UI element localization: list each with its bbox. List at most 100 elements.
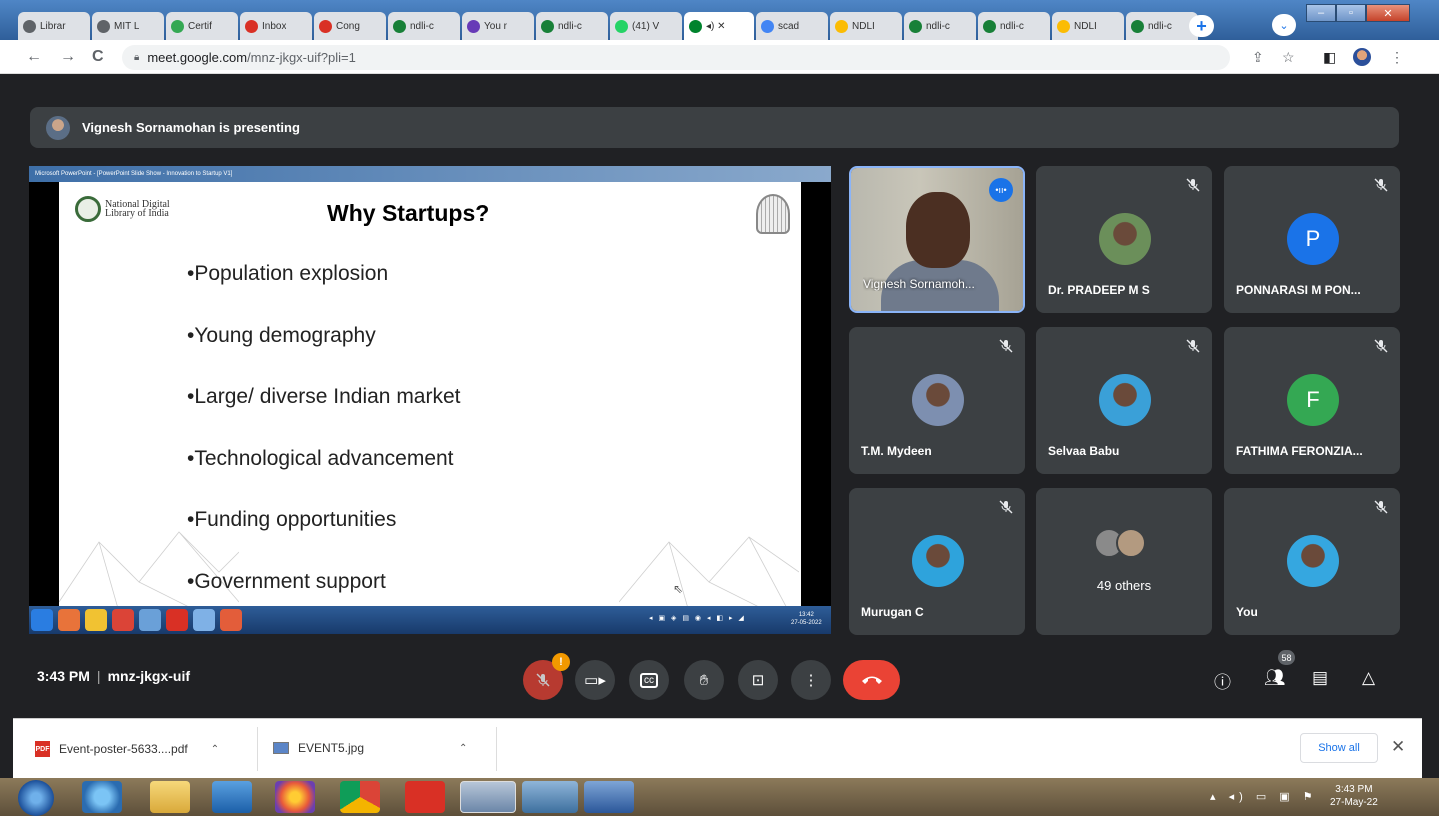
bookmark-star-icon[interactable]: ☆ — [1282, 49, 1295, 66]
browser-tab[interactable]: NDLI — [1052, 12, 1124, 40]
presentation-stage[interactable]: Microsoft PowerPoint - [PowerPoint Slide… — [29, 166, 831, 634]
participant-tile[interactable]: F FATHIMA FERONZIA... — [1224, 327, 1400, 474]
tab-audio-close-icon[interactable]: ◂) ✕ — [706, 21, 726, 32]
chat-icon[interactable]: ▤ — [1312, 668, 1328, 688]
tab-label: Certif — [188, 20, 212, 32]
browser-tab[interactable]: Librar — [18, 12, 90, 40]
hand-icon: ✋︎ — [699, 671, 709, 689]
browser-tab[interactable]: ndli-c — [388, 12, 460, 40]
certificate-icon — [171, 19, 184, 33]
forms-icon — [467, 19, 480, 33]
browser-tab[interactable]: Certif — [166, 12, 238, 40]
reload-icon[interactable]: C — [92, 48, 104, 66]
captions-icon: cc — [640, 672, 658, 688]
download-filename: EVENT5.jpg — [298, 741, 365, 755]
participant-name: Vignesh Sornamoh... — [863, 277, 975, 291]
lock-icon: 🔒︎ — [134, 52, 140, 63]
chrome-active-icon[interactable] — [460, 781, 516, 813]
raise-hand-button[interactable]: ✋︎ — [684, 660, 724, 700]
whatsapp-icon — [615, 19, 628, 33]
ndli-logo: National Digital Library of India — [75, 196, 185, 222]
browser-tab[interactable]: ndli-c — [1126, 12, 1198, 40]
browser-tab-strip: Librar MIT L Certif Inbox Cong ndli-c You r ndl… — [0, 0, 1439, 40]
system-tray-icons[interactable]: ▴ ◂) ▭ ▣ ⚑ — [1210, 790, 1318, 803]
address-bar[interactable]: 🔒︎ meet.google.com/mnz-jkgx-uif?pli=1 — [122, 45, 1230, 70]
globe-icon — [23, 19, 36, 33]
browser-tab[interactable]: You r — [462, 12, 534, 40]
acrobat-icon[interactable] — [405, 781, 445, 813]
folder-icon[interactable] — [150, 781, 190, 813]
chevron-up-icon[interactable]: ⌃ — [211, 744, 219, 755]
tab-search-button[interactable]: ⌄ — [1272, 14, 1296, 36]
participant-tile[interactable]: •ıı• Vignesh Sornamoh... — [849, 166, 1025, 313]
meeting-details-icon[interactable]: ⓘ — [1214, 668, 1231, 693]
tab-label: (41) V — [632, 20, 660, 32]
more-options-button[interactable]: ⋮ — [791, 660, 831, 700]
slide-bullet: •Technological advancement — [187, 446, 454, 470]
tally-icon[interactable] — [522, 781, 578, 813]
people-icon[interactable]: 👥︎ — [1264, 668, 1286, 688]
browser-tab[interactable]: ndli-c — [978, 12, 1050, 40]
word-icon[interactable] — [584, 781, 634, 813]
download-item-jpg[interactable]: EVENT5.jpg ⌃ — [273, 741, 467, 755]
participant-tile[interactable]: Selvaa Babu — [1036, 327, 1212, 474]
browser-tab[interactable]: Cong — [314, 12, 386, 40]
mic-off-icon — [1374, 500, 1388, 514]
browser-tab[interactable]: ◂) ✕ — [684, 12, 754, 40]
share-icon[interactable]: ⇪ — [1252, 49, 1264, 66]
captions-button[interactable]: cc — [629, 660, 669, 700]
participant-tile[interactable]: Dr. PRADEEP M S — [1036, 166, 1212, 313]
close-window-button[interactable]: ✕ — [1366, 4, 1410, 22]
profile-avatar[interactable] — [1353, 48, 1371, 66]
shared-clock-date: 27-05-2022 — [791, 620, 822, 626]
gmail-icon — [319, 19, 332, 33]
media-player-icon[interactable] — [212, 781, 252, 813]
tab-label: ndli-c — [558, 20, 582, 32]
leave-call-button[interactable] — [843, 660, 900, 700]
download-item-pdf[interactable]: PDF Event-poster-5633....pdf ⌃ — [35, 741, 219, 757]
present-button[interactable]: ⊡ — [738, 660, 778, 700]
chevron-up-icon[interactable]: ⌃ — [459, 743, 467, 754]
browser-tab[interactable]: Inbox — [240, 12, 312, 40]
screen: Librar MIT L Certif Inbox Cong ndli-c You r ndl… — [0, 0, 1439, 816]
mouse-cursor-icon: ⇖ — [673, 582, 684, 596]
start-button[interactable] — [18, 780, 54, 816]
back-arrow-icon[interactable]: ← — [26, 48, 42, 66]
internet-explorer-icon[interactable] — [82, 781, 122, 813]
alert-badge: ! — [552, 653, 570, 671]
folder-icon — [85, 609, 107, 631]
chrome-icon[interactable] — [340, 781, 380, 813]
browser-tab[interactable]: MIT L — [92, 12, 164, 40]
activities-icon[interactable]: △ — [1362, 668, 1375, 688]
taskbar-time: 3:43 PM — [1335, 784, 1373, 795]
participant-tile[interactable]: T.M. Mydeen — [849, 327, 1025, 474]
browser-tab[interactable]: scad — [756, 12, 828, 40]
taskbar-clock[interactable]: 3:43 PM 27-May-22 — [1330, 783, 1378, 809]
minimize-button[interactable]: ‒ — [1306, 4, 1336, 22]
maximize-button[interactable]: ▫ — [1336, 4, 1366, 22]
menu-dots-icon[interactable]: ⋮ — [1390, 49, 1404, 66]
browser-tab[interactable]: ndli-c — [536, 12, 608, 40]
show-all-button[interactable]: Show all — [1300, 733, 1378, 763]
close-downloads-icon[interactable]: ✕ — [1391, 737, 1405, 757]
downloads-bar: PDF Event-poster-5633....pdf ⌃ EVENT5.jp… — [13, 718, 1422, 778]
meeting-time: 3:43 PM — [37, 668, 90, 684]
side-panel-icon[interactable]: ◧ — [1323, 49, 1336, 66]
chrome-icon — [112, 609, 134, 631]
tab-label: You r — [484, 20, 507, 32]
browser-tab[interactable]: (41) V — [610, 12, 682, 40]
browser-tab[interactable]: ndli-c — [904, 12, 976, 40]
participant-tile[interactable]: Murugan C — [849, 488, 1025, 635]
pdf-icon: PDF — [35, 741, 50, 757]
camera-button[interactable]: ▭▸ — [575, 660, 615, 700]
participant-name: You — [1236, 605, 1258, 619]
forward-arrow-icon[interactable]: → — [60, 48, 76, 66]
new-tab-button[interactable]: + — [1189, 15, 1214, 37]
participant-tile[interactable]: P PONNARASI M PON... — [1224, 166, 1400, 313]
browser-tab[interactable]: NDLI — [830, 12, 902, 40]
shared-tray-icons: ◂ ▣ ◈ ▤ ◉ ◂ ◧ ▸ ◢ — [649, 615, 746, 622]
participant-tile[interactable]: You — [1224, 488, 1400, 635]
mic-off-icon — [999, 500, 1013, 514]
participant-tile[interactable]: 49 others — [1036, 488, 1212, 635]
firefox-icon[interactable] — [275, 781, 315, 813]
